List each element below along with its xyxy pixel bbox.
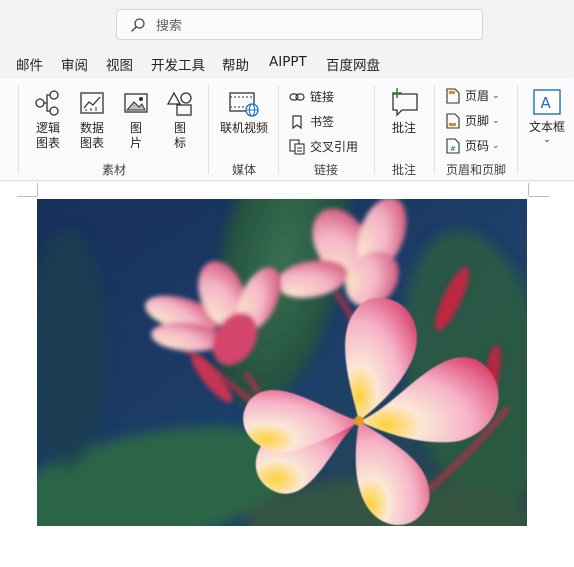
- ribbon-separator: [18, 86, 19, 174]
- logic-chart-button[interactable]: 逻辑 图表: [28, 89, 68, 151]
- bookmark-button[interactable]: 书签: [289, 113, 334, 130]
- plumeria-flower-photo[interactable]: [37, 199, 527, 526]
- menu-baidu-netdisk[interactable]: 百度网盘: [326, 54, 380, 74]
- online-video-label: 联机视频: [219, 121, 268, 135]
- menu-bar: 邮件 审阅 视图 开发工具 帮助 AIPPT 百度网盘: [0, 48, 574, 78]
- crop-mark: [529, 196, 549, 197]
- footer-icon: [446, 112, 460, 129]
- cross-reference-button[interactable]: 交叉引用: [289, 138, 358, 155]
- footer-button[interactable]: 页脚 ⌄: [446, 112, 500, 129]
- ribbon-separator: [278, 86, 279, 174]
- picture-button[interactable]: 图 片: [116, 89, 156, 151]
- data-chart-icon: [80, 92, 104, 114]
- page-number-dropdown-chevron-icon[interactable]: ⌄: [492, 141, 500, 151]
- page-number-button[interactable]: # 页码 ⌄: [446, 137, 500, 154]
- picture-label: 图 片: [129, 121, 142, 150]
- bookmark-icon: [292, 114, 302, 129]
- footer-dropdown-chevron-icon[interactable]: ⌄: [492, 116, 500, 126]
- menu-mail[interactable]: 邮件: [16, 54, 43, 74]
- menu-view[interactable]: 视图: [106, 54, 133, 74]
- icons-button[interactable]: 图 标: [160, 89, 200, 151]
- comment-label: 批注: [391, 121, 416, 135]
- crop-mark: [17, 196, 37, 197]
- search-placeholder: 搜索: [156, 19, 183, 34]
- ribbon-separator: [517, 86, 518, 174]
- data-chart-label: 数据 图表: [79, 121, 104, 150]
- group-label-header-footer: 页眉和页脚: [445, 163, 506, 177]
- textbox-dropdown-chevron-icon[interactable]: ⌄: [526, 135, 568, 145]
- logic-chart-label: 逻辑 图表: [35, 121, 60, 150]
- icons-icon: [166, 91, 192, 116]
- textbox-icon: A: [533, 89, 561, 115]
- ribbon-separator: [434, 86, 435, 174]
- page-number-icon: #: [446, 137, 460, 154]
- bookmark-label: 书签: [310, 115, 335, 129]
- group-label-media: 媒体: [231, 163, 256, 177]
- header-icon: [446, 87, 460, 104]
- crop-mark: [37, 183, 38, 196]
- online-video-button[interactable]: 联机视频: [216, 89, 272, 136]
- textbox-label: 文本框: [528, 120, 565, 134]
- comment-button[interactable]: 批注: [384, 87, 424, 136]
- menu-help[interactable]: 帮助: [222, 54, 249, 74]
- photo-image: [37, 199, 527, 526]
- header-label: 页眉: [465, 89, 490, 103]
- menu-aippt[interactable]: AIPPT: [269, 54, 307, 70]
- group-label-comments: 批注: [391, 163, 416, 177]
- online-video-icon: [229, 92, 259, 117]
- picture-icon: [124, 93, 148, 113]
- cross-reference-icon: [289, 138, 305, 155]
- data-chart-button[interactable]: 数据 图表: [72, 89, 112, 151]
- svg-text:#: #: [450, 145, 456, 153]
- header-dropdown-chevron-icon[interactable]: ⌄: [492, 91, 500, 101]
- ribbon: 逻辑 图表 数据 图表 图 片 图 标 素材 联机视频 媒体 链接 书签 交叉引…: [0, 78, 574, 181]
- cross-reference-label: 交叉引用: [310, 140, 359, 154]
- group-label-links: 链接: [313, 163, 338, 177]
- ribbon-separator: [208, 86, 209, 174]
- logic-chart-icon: [35, 90, 59, 116]
- search-box[interactable]: 搜索: [116, 9, 483, 40]
- link-icon: [289, 92, 305, 101]
- group-label-materials: 素材: [101, 163, 126, 177]
- link-button[interactable]: 链接: [289, 88, 334, 105]
- ribbon-separator: [374, 86, 375, 174]
- title-bar: 搜索: [0, 0, 574, 48]
- menu-review[interactable]: 审阅: [61, 54, 88, 74]
- menu-developer[interactable]: 开发工具: [151, 54, 205, 74]
- icons-label: 图 标: [173, 121, 186, 150]
- page-number-label: 页码: [465, 139, 490, 153]
- header-button[interactable]: 页眉 ⌄: [446, 87, 500, 104]
- link-label: 链接: [310, 90, 335, 104]
- svg-text:A: A: [541, 94, 552, 112]
- search-icon: [131, 17, 145, 32]
- textbox-button[interactable]: A 文本框 ⌄: [526, 88, 568, 145]
- crop-mark: [528, 183, 529, 196]
- comment-icon: [392, 88, 418, 117]
- footer-label: 页脚: [465, 114, 490, 128]
